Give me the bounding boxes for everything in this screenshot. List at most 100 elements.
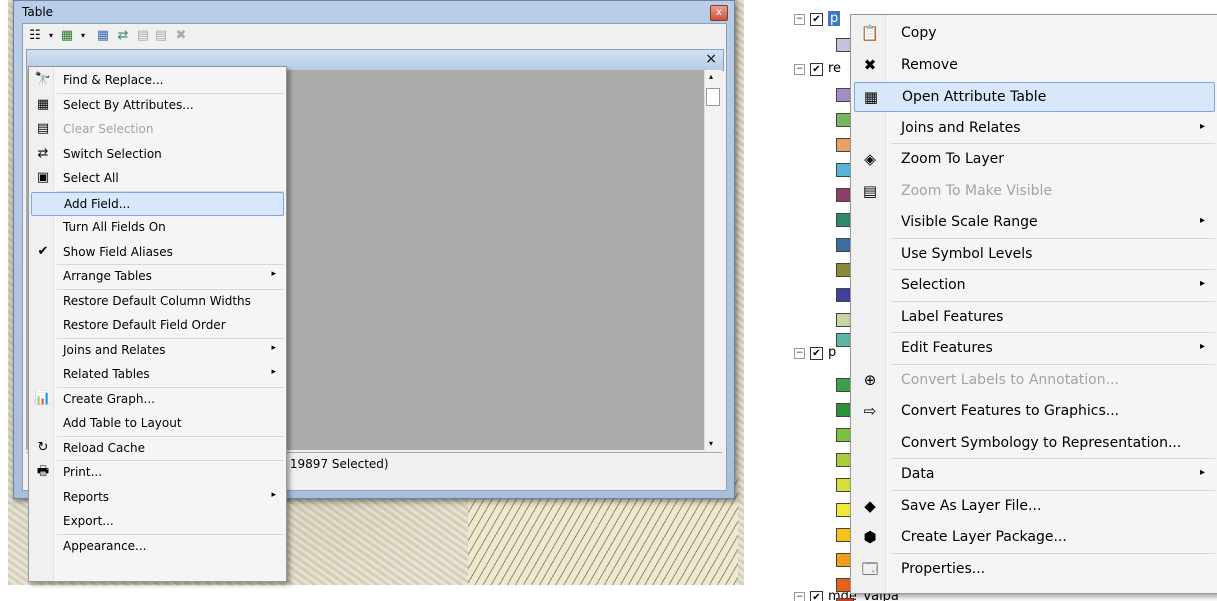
menu-item-label: Export... — [63, 514, 114, 528]
scrollbar-thumb[interactable] — [706, 88, 720, 106]
submenu-arrow-icon: ▸ — [271, 269, 276, 279]
vertical-scrollbar[interactable]: ▴ ▾ — [704, 70, 722, 450]
table-toolbar: ☷ ▾ ▦ ▾ ▦ ⇄ ▤ ▤ ✖ — [23, 24, 726, 48]
layer-expander[interactable]: − — [794, 14, 805, 25]
context-item-create-layer-package[interactable]: ⬢ Create Layer Package... — [854, 523, 1215, 551]
menu-item-label: Select All — [63, 171, 119, 185]
submenu-arrow-icon: ▸ — [1199, 215, 1205, 226]
menu-item-label: Switch Selection — [63, 146, 162, 161]
menu-item-switch-selection[interactable]: ⇄ Switch Selection — [31, 143, 284, 165]
context-item-edit-features[interactable]: Edit Features ▸ — [854, 334, 1215, 362]
layer-name[interactable]: p — [828, 11, 841, 26]
layer-package-icon: ⬢ — [863, 528, 877, 546]
table-options-menu: 🔭 Find & Replace... ▦ Select By Attributes.… — [28, 66, 287, 582]
context-item-properties[interactable]: 🗔 Properties... — [854, 555, 1215, 583]
menu-item-reload-cache[interactable]: ↻ Reload Cache — [31, 437, 284, 459]
menu-item-select-by-attributes[interactable]: ▦ Select By Attributes... — [31, 94, 284, 116]
context-item-label: Use Symbol Levels — [901, 245, 1033, 262]
menu-item-export[interactable]: Export... — [31, 510, 284, 532]
submenu-arrow-icon: ▸ — [1199, 278, 1205, 289]
menu-item-restore-default-column-widths[interactable]: Restore Default Column Widths — [31, 290, 284, 312]
scroll-down-icon[interactable]: ▾ — [709, 439, 713, 448]
context-item-zoom-to-layer[interactable]: ◈ Zoom To Layer — [854, 145, 1215, 173]
layer-expander[interactable]: − — [794, 64, 805, 75]
menu-item-clear-selection[interactable]: ▤ Clear Selection — [31, 118, 284, 140]
select-by-attributes-tool-icon[interactable]: ▦ — [95, 28, 111, 44]
right-screenshot: − ✔ p − ✔ re − ✔ p − ✔ mde_valpa 📋 Copy ✖ Remove ▦ Open … — [788, 0, 1217, 601]
printer-icon: 🖶 — [36, 464, 50, 479]
context-item-copy[interactable]: 📋 Copy — [854, 19, 1215, 47]
layer-visibility-checkbox[interactable]: ✔ — [810, 13, 823, 26]
submenu-arrow-icon: ▸ — [1199, 120, 1205, 132]
clear-selection-tool-icon[interactable]: ▤ — [135, 28, 151, 44]
switch-selection-icon: ⇄ — [37, 145, 49, 161]
delete-icon[interactable]: ✖ — [173, 28, 189, 44]
context-item-label: Convert Labels to Annotation... — [901, 371, 1119, 388]
context-item-open-attribute-table[interactable]: ▦ Open Attribute Table — [854, 82, 1215, 112]
menu-item-label: Turn All Fields On — [63, 220, 166, 234]
menu-item-add-field[interactable]: Add Field... — [31, 191, 284, 216]
layer-name[interactable]: re — [828, 61, 841, 76]
menu-item-arrange-tables[interactable]: Arrange Tables ▸ — [31, 265, 284, 287]
context-item-save-as-layer-file[interactable]: ◆ Save As Layer File... — [854, 492, 1215, 520]
menu-separator — [891, 552, 1215, 554]
layer-file-icon: ◆ — [864, 496, 876, 515]
checkmark-icon: ✔ — [37, 243, 49, 259]
menu-item-create-graph[interactable]: 📊 Create Graph... — [31, 388, 284, 410]
close-window-button[interactable]: x — [710, 5, 728, 21]
switch-selection-tool-icon[interactable]: ⇄ — [115, 28, 131, 44]
context-item-remove[interactable]: ✖ Remove — [854, 51, 1215, 79]
close-tab-icon[interactable]: × — [705, 51, 717, 67]
menu-item-show-field-aliases[interactable]: ✔ Show Field Aliases — [31, 241, 284, 263]
menu-separator — [891, 458, 1215, 459]
context-item-label-features[interactable]: Label Features — [854, 303, 1215, 331]
context-item-convert-features-to-graphics[interactable]: ⇨ Convert Features to Graphics... — [854, 397, 1215, 425]
layer-context-menu: 📋 Copy ✖ Remove ▦ Open Attribute Table Joins a… — [850, 14, 1217, 594]
menu-separator — [891, 143, 1215, 144]
layer-visibility-checkbox[interactable]: ✔ — [810, 347, 823, 360]
context-item-convert-labels-to-annotation[interactable]: ⊕ Convert Labels to Annotation... — [854, 366, 1215, 394]
chevron-down-icon[interactable]: ▾ — [75, 28, 91, 44]
layer-visibility-checkbox[interactable]: ✔ — [810, 63, 823, 76]
menu-item-reports[interactable]: Reports ▸ — [31, 486, 284, 508]
context-item-data[interactable]: Data ▸ — [854, 460, 1215, 488]
context-item-selection[interactable]: Selection ▸ — [854, 271, 1215, 299]
layer-name[interactable]: p — [828, 345, 836, 360]
copy-icon: 📋 — [860, 24, 880, 42]
layer-expander[interactable]: − — [794, 348, 805, 359]
menu-item-print[interactable]: 🖶 Print... — [31, 461, 284, 483]
layer-visibility-checkbox[interactable]: ✔ — [810, 591, 823, 601]
related-tables-icon[interactable]: ▦ — [59, 28, 75, 44]
zoom-to-layer-icon: ◈ — [864, 150, 876, 168]
menu-item-label: Related Tables — [63, 367, 150, 381]
menu-item-label: Create Graph... — [63, 391, 155, 406]
menu-item-add-table-to-layout[interactable]: Add Table to Layout — [31, 412, 284, 434]
context-item-label: Convert Symbology to Representation... — [901, 434, 1182, 451]
left-screenshot: Table x ☷ ▾ ▦ ▾ ▦ ⇄ ▤ ▤ ✖ × ▴ ▾ t of 198… — [8, 0, 744, 590]
menu-item-select-all[interactable]: ▣ Select All — [31, 167, 284, 189]
chevron-down-icon[interactable]: ▾ — [43, 28, 59, 44]
context-item-zoom-to-make-visible[interactable]: ▤ Zoom To Make Visible — [854, 177, 1215, 205]
context-item-use-symbol-levels[interactable]: Use Symbol Levels — [854, 240, 1215, 268]
menu-item-label: Clear Selection — [63, 122, 154, 136]
menu-item-find-replace[interactable]: 🔭 Find & Replace... — [31, 69, 284, 91]
delete-selected-tool-icon[interactable]: ▤ — [153, 28, 169, 44]
table-window-title: Table — [22, 5, 54, 19]
menu-separator — [891, 489, 1215, 491]
menu-separator — [891, 363, 1215, 365]
context-item-convert-symbology-to-representation[interactable]: Convert Symbology to Representation... — [854, 429, 1215, 457]
menu-item-related-tables[interactable]: Related Tables ▸ — [31, 363, 284, 385]
context-item-joins-and-relates[interactable]: Joins and Relates ▸ — [854, 114, 1215, 142]
menu-separator — [891, 237, 1215, 239]
context-item-visible-scale-range[interactable]: Visible Scale Range ▸ — [854, 208, 1215, 236]
context-item-label: Zoom To Layer — [901, 151, 1005, 167]
menu-item-turn-all-fields-on[interactable]: Turn All Fields On — [31, 216, 284, 238]
menu-separator — [891, 300, 1215, 302]
menu-item-appearance[interactable]: Appearance... — [31, 535, 284, 557]
zoom-visible-icon: ▤ — [862, 181, 878, 200]
menu-item-restore-default-field-order[interactable]: Restore Default Field Order — [31, 314, 284, 336]
layer-expander[interactable]: − — [794, 592, 805, 601]
scroll-up-icon[interactable]: ▴ — [709, 72, 713, 81]
menu-item-joins-and-relates[interactable]: Joins and Relates ▸ — [31, 339, 284, 361]
table-options-icon[interactable]: ☷ — [27, 28, 43, 44]
